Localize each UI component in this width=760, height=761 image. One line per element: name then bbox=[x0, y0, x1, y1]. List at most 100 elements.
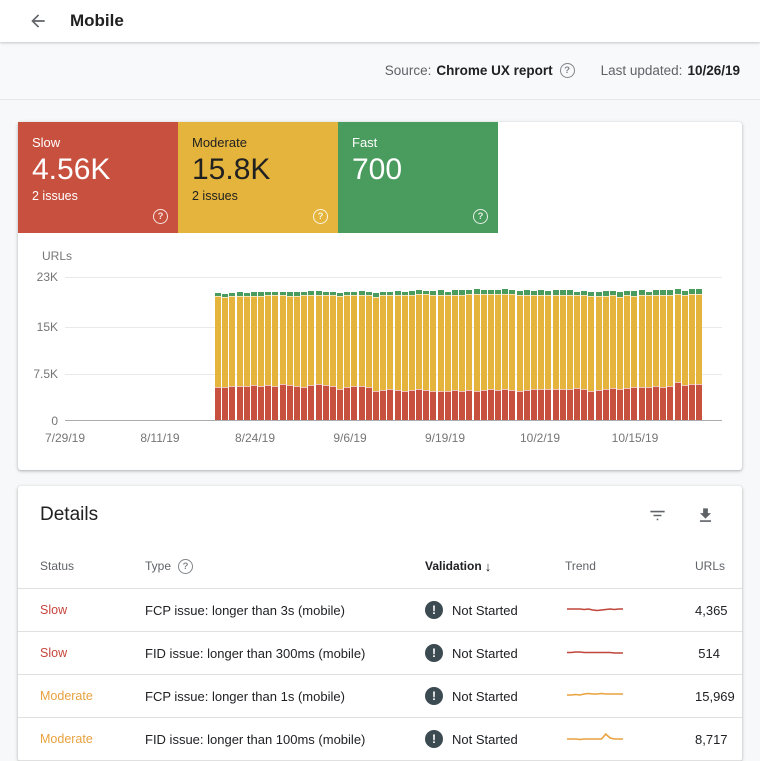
chart-bar[interactable] bbox=[301, 292, 307, 420]
chart-bar[interactable] bbox=[265, 292, 271, 420]
chart-bar[interactable] bbox=[423, 291, 429, 420]
bar-segment-slow bbox=[660, 387, 666, 420]
chart-bar[interactable] bbox=[351, 292, 357, 420]
back-button[interactable] bbox=[26, 9, 50, 33]
chart-bar[interactable] bbox=[567, 290, 573, 420]
chart-bar[interactable] bbox=[624, 291, 630, 420]
bar-segment-slow bbox=[524, 390, 530, 420]
chart-bar[interactable] bbox=[509, 290, 515, 420]
chart-bar[interactable] bbox=[438, 290, 444, 420]
chart-bar[interactable] bbox=[395, 291, 401, 420]
help-icon[interactable]: ? bbox=[473, 209, 488, 224]
table-row[interactable]: SlowFID issue: longer than 300ms (mobile… bbox=[18, 632, 742, 675]
chart-bar[interactable] bbox=[675, 289, 681, 420]
chart-bar[interactable] bbox=[474, 289, 480, 420]
chart-bar[interactable] bbox=[373, 293, 379, 420]
table-row[interactable]: SlowFCP issue: longer than 3s (mobile)!N… bbox=[18, 589, 742, 632]
chart-bar[interactable] bbox=[258, 292, 264, 420]
table-row[interactable]: ModerateFID issue: longer than 100ms (mo… bbox=[18, 718, 742, 761]
chart-bar[interactable] bbox=[631, 291, 637, 420]
help-icon[interactable]: ? bbox=[313, 209, 328, 224]
chart-bar[interactable] bbox=[287, 292, 293, 420]
bar-segment-moderate bbox=[272, 295, 278, 385]
chart-bar[interactable] bbox=[610, 291, 616, 420]
chart-bar[interactable] bbox=[617, 292, 623, 420]
bar-segment-moderate bbox=[337, 296, 343, 389]
chart-bar[interactable] bbox=[545, 291, 551, 420]
chart-bar[interactable] bbox=[316, 291, 322, 420]
chart-bar[interactable] bbox=[560, 290, 566, 420]
chart-bar[interactable] bbox=[323, 292, 329, 420]
chart-bar[interactable] bbox=[337, 293, 343, 420]
bar-segment-slow bbox=[373, 391, 379, 420]
row-status: Moderate bbox=[40, 689, 145, 703]
chart-bar[interactable] bbox=[387, 292, 393, 420]
chart-bar[interactable] bbox=[344, 292, 350, 420]
chart-bar[interactable] bbox=[588, 292, 594, 420]
column-header-type[interactable]: Type ? bbox=[145, 559, 425, 574]
summary-tile-fast[interactable]: Fast 700 ? bbox=[338, 122, 498, 233]
chart-bar[interactable] bbox=[330, 292, 336, 420]
chart-bar[interactable] bbox=[416, 290, 422, 420]
chart-bar[interactable] bbox=[524, 290, 530, 420]
chart-bar[interactable] bbox=[380, 292, 386, 420]
filter-button[interactable] bbox=[646, 504, 668, 526]
help-icon[interactable]: ? bbox=[178, 559, 193, 574]
chart-bar[interactable] bbox=[646, 292, 652, 420]
chart-bar[interactable] bbox=[581, 291, 587, 420]
help-icon[interactable]: ? bbox=[153, 209, 168, 224]
help-icon[interactable]: ? bbox=[560, 63, 575, 78]
chart-bar[interactable] bbox=[237, 292, 243, 420]
column-header-urls[interactable]: URLs bbox=[695, 559, 725, 573]
chart-bar[interactable] bbox=[596, 292, 602, 420]
chart-bar[interactable] bbox=[574, 292, 580, 420]
chart-bar[interactable] bbox=[488, 290, 494, 420]
bar-segment-moderate bbox=[509, 294, 515, 390]
column-header-status[interactable]: Status bbox=[40, 559, 145, 573]
chart-bar[interactable] bbox=[553, 290, 559, 420]
summary-tile-slow[interactable]: Slow 4.56K 2 issues ? bbox=[18, 122, 178, 233]
chart-bar[interactable] bbox=[215, 293, 221, 420]
chart-bar[interactable] bbox=[294, 292, 300, 420]
chart-bar[interactable] bbox=[696, 289, 702, 420]
chart-bar[interactable] bbox=[689, 289, 695, 420]
chart-bar[interactable] bbox=[466, 290, 472, 420]
chart-bar[interactable] bbox=[660, 290, 666, 420]
table-row[interactable]: ModerateFCP issue: longer than 1s (mobil… bbox=[18, 675, 742, 718]
row-trend bbox=[565, 730, 695, 749]
chart-bar[interactable] bbox=[402, 292, 408, 420]
chart-bar[interactable] bbox=[603, 291, 609, 420]
chart-bar[interactable] bbox=[222, 294, 228, 420]
download-button[interactable] bbox=[694, 504, 716, 526]
chart-bar[interactable] bbox=[409, 291, 415, 420]
chart-bar[interactable] bbox=[272, 292, 278, 420]
bar-segment-moderate bbox=[488, 294, 494, 389]
chart-bar[interactable] bbox=[538, 290, 544, 420]
bar-segment-slow bbox=[574, 388, 580, 420]
column-header-trend[interactable]: Trend bbox=[565, 559, 695, 573]
chart-bar[interactable] bbox=[251, 292, 257, 420]
summary-tile-moderate[interactable]: Moderate 15.8K 2 issues ? bbox=[178, 122, 338, 233]
bar-segment-slow bbox=[603, 389, 609, 420]
chart-bar[interactable] bbox=[517, 291, 523, 420]
chart-bar[interactable] bbox=[430, 291, 436, 420]
chart-bar[interactable] bbox=[308, 291, 314, 420]
chart-bar[interactable] bbox=[280, 292, 286, 420]
chart-bar[interactable] bbox=[459, 290, 465, 420]
chart-bar[interactable] bbox=[229, 293, 235, 420]
chart-bar[interactable] bbox=[502, 289, 508, 420]
chart-bar[interactable] bbox=[445, 292, 451, 420]
chart-bar[interactable] bbox=[481, 290, 487, 420]
column-header-validation[interactable]: Validation ↓ bbox=[425, 559, 565, 574]
chart-bar[interactable] bbox=[495, 290, 501, 420]
chart-bar[interactable] bbox=[639, 290, 645, 420]
chart-bar[interactable] bbox=[244, 293, 250, 420]
chart-bar[interactable] bbox=[667, 290, 673, 420]
x-tick-label: 10/15/19 bbox=[612, 431, 659, 445]
chart-bar[interactable] bbox=[682, 291, 688, 420]
chart-bar[interactable] bbox=[531, 291, 537, 420]
chart-bar[interactable] bbox=[359, 291, 365, 420]
chart-bar[interactable] bbox=[366, 292, 372, 420]
chart-bar[interactable] bbox=[653, 290, 659, 420]
chart-bar[interactable] bbox=[452, 290, 458, 420]
